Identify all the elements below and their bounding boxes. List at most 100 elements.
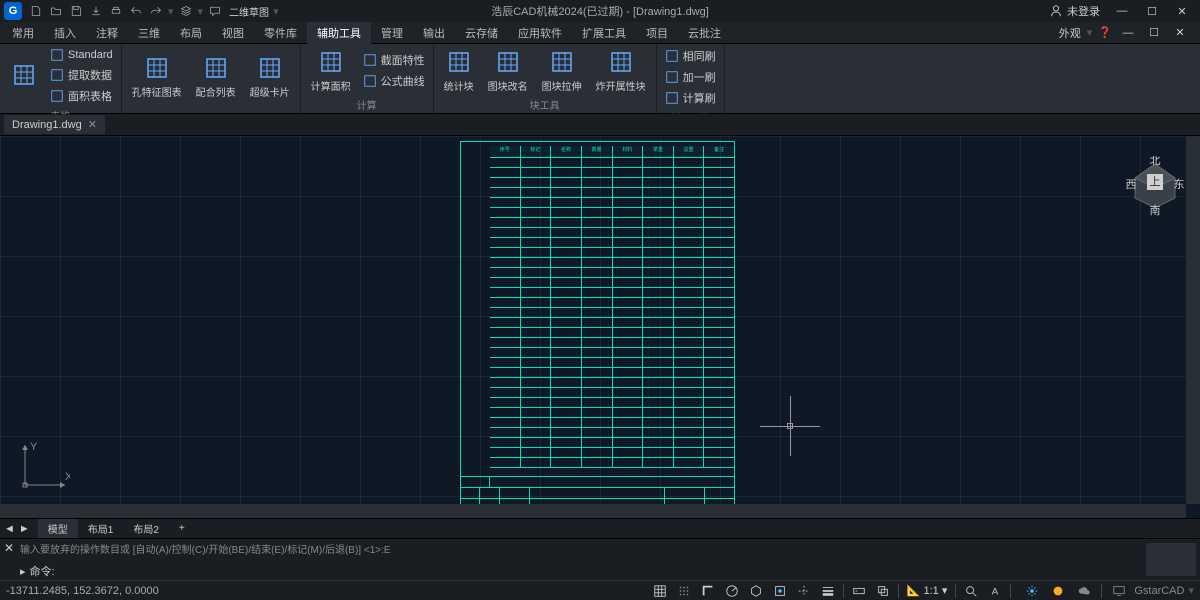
export-icon[interactable]: [88, 3, 104, 19]
ribbon-tab[interactable]: 扩展工具: [572, 22, 636, 44]
doc-close-button[interactable]: ✕: [1170, 23, 1190, 43]
scale-display[interactable]: 📐 1:1 ▾: [903, 584, 952, 597]
selection-cycle-toggle[interactable]: [872, 583, 894, 599]
ribbon-button-small[interactable]: 加一刷: [661, 67, 720, 87]
add-layout-button[interactable]: +: [169, 521, 195, 536]
ribbon-button-small[interactable]: 公式曲线: [359, 71, 429, 91]
tab-nav-left-icon[interactable]: ◄: [4, 523, 15, 535]
ribbon-button[interactable]: 图块拉伸: [536, 46, 588, 95]
ribbon-button-small[interactable]: 面积表格: [46, 86, 117, 106]
ribbon-panel-label: [126, 107, 296, 111]
layers-icon[interactable]: [178, 3, 194, 19]
tab-nav-right-icon[interactable]: ►: [19, 523, 30, 535]
help-icon[interactable]: ❓: [1098, 26, 1112, 39]
osnap-toggle[interactable]: [769, 583, 791, 599]
svg-text:西: 西: [1126, 179, 1137, 191]
ribbon-button[interactable]: 超级卡片: [244, 52, 296, 101]
ribbon-button[interactable]: [4, 59, 44, 93]
ribbon-tab[interactable]: 三维: [128, 22, 170, 44]
svg-text:南: 南: [1150, 204, 1161, 216]
ribbon-button[interactable]: 统计块: [438, 46, 480, 95]
ribbon-tab[interactable]: 常用: [2, 22, 44, 44]
print-icon[interactable]: [108, 3, 124, 19]
maximize-button[interactable]: ☐: [1138, 1, 1166, 21]
coordinates: -13711.2485, 152.3672, 0.0000: [6, 585, 159, 597]
ribbon-button-small[interactable]: Standard: [46, 46, 117, 64]
horizontal-scrollbar[interactable]: [0, 504, 1186, 518]
ribbon-button[interactable]: 孔特征图表: [126, 52, 188, 101]
quick-access-toolbar: ▾ ▾ 二维草图 ▾: [28, 3, 279, 19]
appearance-menu[interactable]: 外观: [1059, 25, 1081, 41]
isodraft-toggle[interactable]: [745, 583, 767, 599]
doc-minimize-button[interactable]: —: [1118, 23, 1138, 43]
ribbon-tab[interactable]: 注释: [86, 22, 128, 44]
ribbon-tab[interactable]: 辅助工具: [307, 22, 371, 44]
model-tab[interactable]: 布局1: [78, 519, 124, 538]
ribbon-tab[interactable]: 云存储: [455, 22, 508, 44]
redo-icon[interactable]: [148, 3, 164, 19]
ribbon-tab[interactable]: 管理: [371, 22, 413, 44]
ribbon-button[interactable]: 炸开属性块: [590, 46, 652, 95]
ribbon-button-small[interactable]: 计算刷: [661, 88, 720, 108]
ribbon-panel-label: 计算: [305, 95, 429, 114]
ribbon-tab[interactable]: 云批注: [678, 22, 731, 44]
close-icon[interactable]: ✕: [88, 118, 97, 131]
ribbon-tab[interactable]: 应用软件: [508, 22, 572, 44]
ribbon-tab[interactable]: 输出: [413, 22, 455, 44]
vertical-scrollbar[interactable]: [1186, 136, 1200, 504]
hole-icon: [143, 54, 171, 82]
cloud-icon[interactable]: [1073, 583, 1095, 599]
save-icon[interactable]: [68, 3, 84, 19]
snap-toggle[interactable]: [673, 583, 695, 599]
statusbar: -13711.2485, 152.3672, 0.0000 📐 1:1 ▾ A …: [0, 580, 1200, 600]
grid-toggle[interactable]: [649, 583, 671, 599]
ext-icon: [50, 68, 64, 82]
ribbon-button-small[interactable]: 提取数据: [46, 65, 117, 85]
ribbon-button-small[interactable]: 截面特性: [359, 50, 429, 70]
model-tab[interactable]: 模型: [38, 519, 78, 538]
ribbon-button[interactable]: 配合列表: [190, 52, 242, 101]
close-button[interactable]: ✕: [1168, 1, 1196, 21]
ribbon-tab[interactable]: 零件库: [254, 22, 307, 44]
close-icon[interactable]: ✕: [4, 541, 14, 555]
titlebar: G ▾ ▾ 二维草图 ▾ 浩辰CAD机械2024(已过期) - [Drawing…: [0, 0, 1200, 22]
doc-maximize-button[interactable]: ☐: [1144, 23, 1164, 43]
annotation-toggle[interactable]: A: [984, 583, 1006, 599]
open-icon[interactable]: [48, 3, 64, 19]
dyninput-toggle[interactable]: [848, 583, 870, 599]
app-icon[interactable]: G: [4, 2, 22, 20]
command-input[interactable]: ▸命令:: [0, 562, 1200, 580]
user-icon: [1049, 4, 1063, 18]
plus-icon: [665, 70, 679, 84]
monitor-icon[interactable]: [1108, 583, 1130, 599]
otrack-toggle[interactable]: [793, 583, 815, 599]
svg-text:X: X: [65, 471, 70, 483]
grid-icon: [10, 61, 38, 89]
viewcube[interactable]: 北 西 上 东 南: [1125, 156, 1185, 216]
drawing-canvas[interactable]: 序号标记名称数量材料单重总重备注 XX电工电压器装研技术中心 XY 北 西 上 …: [0, 136, 1200, 518]
ortho-toggle[interactable]: [697, 583, 719, 599]
settings-icon[interactable]: [1021, 583, 1043, 599]
polar-toggle[interactable]: [721, 583, 743, 599]
new-icon[interactable]: [28, 3, 44, 19]
chat-icon[interactable]: [207, 3, 223, 19]
ribbon-tab[interactable]: 布局: [170, 22, 212, 44]
ribbon-button[interactable]: 图块改名: [482, 46, 534, 95]
user-button[interactable]: 未登录: [1049, 3, 1100, 19]
undo-icon[interactable]: [128, 3, 144, 19]
magnifier-toggle[interactable]: [960, 583, 982, 599]
ribbon-button[interactable]: 计算面积: [305, 46, 357, 95]
ribbon-tab[interactable]: 项目: [636, 22, 678, 44]
command-scrollbar[interactable]: [1146, 543, 1196, 576]
svg-text:北: 北: [1150, 156, 1161, 167]
ribbon-tab[interactable]: 视图: [212, 22, 254, 44]
window-title: 浩辰CAD机械2024(已过期) - [Drawing1.dwg]: [491, 3, 709, 19]
minimize-button[interactable]: —: [1108, 1, 1136, 21]
model-tab[interactable]: 布局2: [123, 519, 169, 538]
ribbon-tab[interactable]: 插入: [44, 22, 86, 44]
notification-icon[interactable]: [1047, 583, 1069, 599]
file-tab[interactable]: Drawing1.dwg ✕: [4, 115, 105, 134]
lineweight-toggle[interactable]: [817, 583, 839, 599]
ribbon-button-small[interactable]: 相同刷: [661, 46, 720, 66]
explode-icon: [607, 48, 635, 76]
